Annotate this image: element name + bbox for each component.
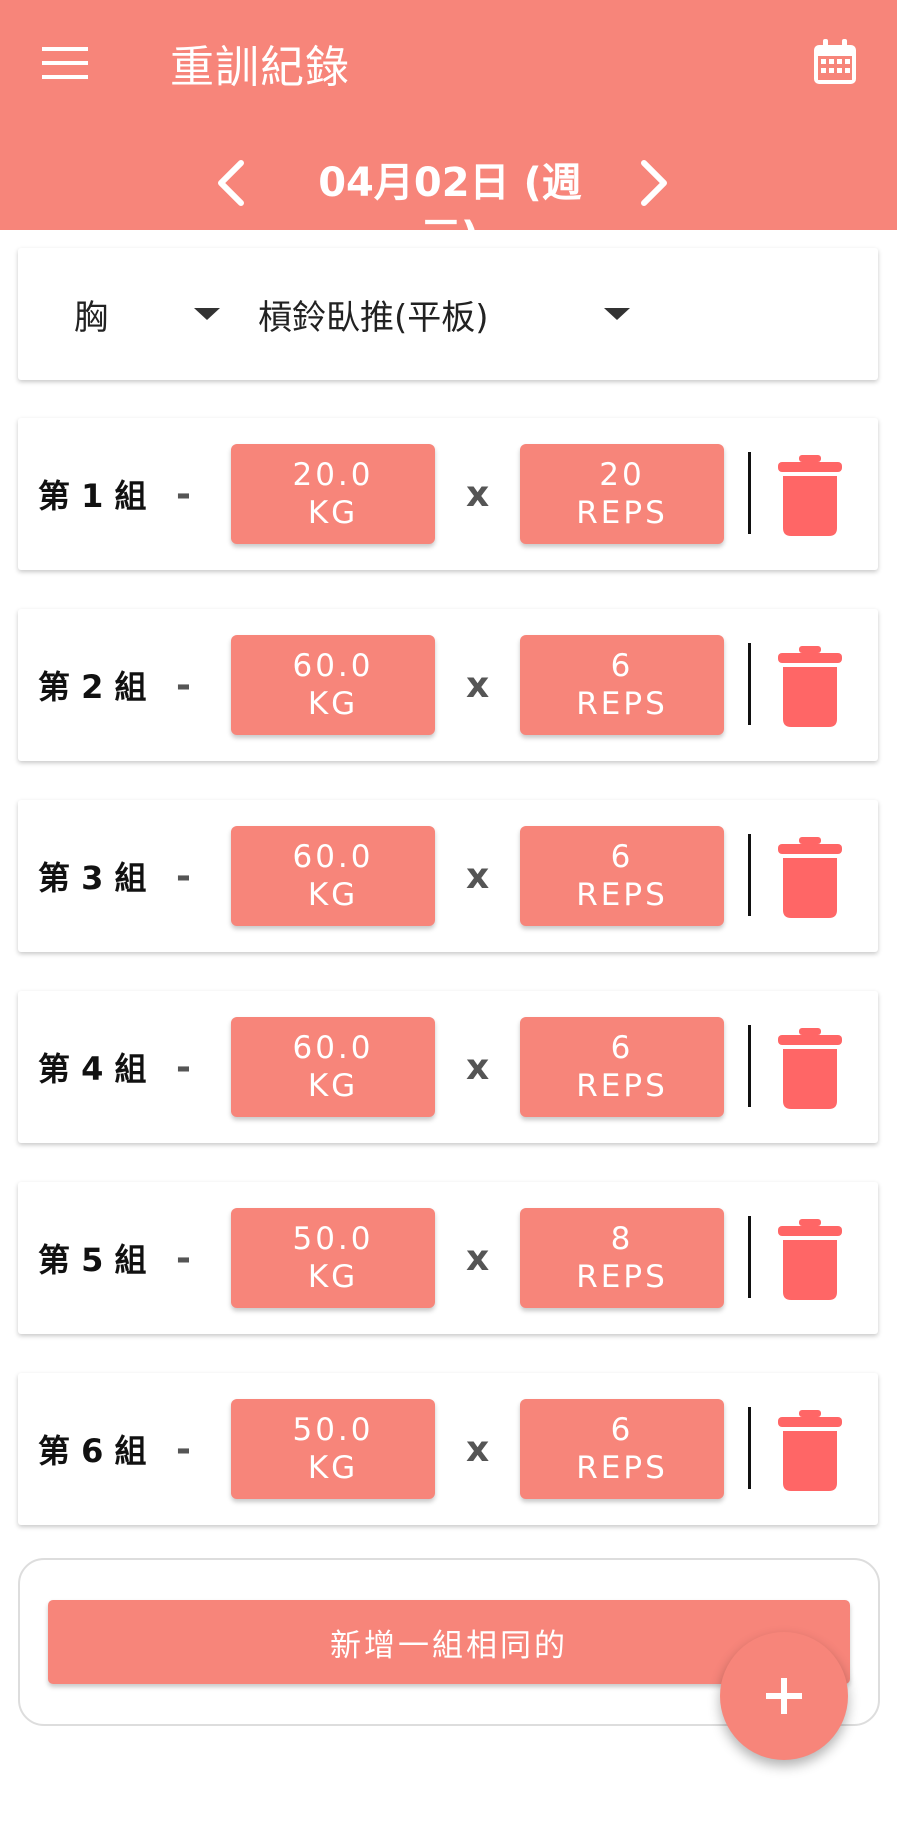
date-navigator: 04月02日 (週三) [0, 148, 897, 260]
weight-unit: KG [307, 1259, 359, 1295]
set-label: 第 5 組 [38, 1241, 147, 1279]
reps-button[interactable]: 6 REPS [520, 1017, 724, 1117]
times-separator: x [466, 1237, 490, 1279]
set-row-1: 第 1 組 - 20.0 KG x 20 REPS [18, 418, 878, 570]
reps-unit: REPS [576, 1068, 668, 1104]
set-label: 第 4 組 [38, 1050, 147, 1088]
trash-icon [778, 455, 842, 536]
vertical-divider [748, 1216, 751, 1298]
reps-button[interactable]: 6 REPS [520, 635, 724, 735]
chevron-left-icon [218, 160, 244, 206]
trash-icon [778, 1219, 842, 1300]
delete-set-button[interactable] [770, 1409, 850, 1493]
weight-button[interactable]: 20.0 KG [231, 444, 435, 544]
trash-icon [778, 646, 842, 727]
weight-unit: KG [307, 877, 359, 913]
set-label: 第 3 組 [38, 859, 147, 897]
set-label: 第 2 組 [38, 668, 147, 706]
set-row-6: 第 6 組 - 50.0 KG x 6 REPS [18, 1373, 878, 1525]
body-part-dropdown[interactable]: 胸 [74, 248, 224, 380]
delete-set-button[interactable] [770, 1027, 850, 1111]
dash-separator: - [176, 1428, 191, 1470]
dash-separator: - [176, 664, 191, 706]
reps-value: 6 [610, 1030, 634, 1066]
trash-icon [778, 1410, 842, 1491]
previous-day-button[interactable] [200, 148, 260, 218]
weight-value: 60.0 [292, 648, 374, 684]
delete-set-button[interactable] [770, 454, 850, 538]
reps-unit: REPS [576, 877, 668, 913]
plus-icon [766, 1678, 802, 1714]
dash-separator: - [176, 1237, 191, 1279]
trash-icon [778, 837, 842, 918]
set-row-5: 第 5 組 - 50.0 KG x 8 REPS [18, 1182, 878, 1334]
times-separator: x [466, 855, 490, 897]
weight-button[interactable]: 60.0 KG [231, 635, 435, 735]
set-label: 第 1 組 [38, 477, 147, 515]
weight-unit: KG [307, 1068, 359, 1104]
weight-button[interactable]: 50.0 KG [231, 1399, 435, 1499]
dash-separator: - [176, 1046, 191, 1088]
reps-button[interactable]: 8 REPS [520, 1208, 724, 1308]
dropdown-arrow-icon [194, 308, 220, 320]
weight-value: 60.0 [292, 839, 374, 875]
weight-button[interactable]: 60.0 KG [231, 1017, 435, 1117]
reps-unit: REPS [576, 686, 668, 722]
reps-unit: REPS [576, 495, 668, 531]
reps-value: 6 [610, 1412, 634, 1448]
exercise-dropdown[interactable]: 槓鈴臥推(平板) [258, 248, 638, 380]
app-title: 重訓紀錄 [170, 42, 350, 93]
weight-button[interactable]: 60.0 KG [231, 826, 435, 926]
menu-button[interactable] [30, 28, 100, 98]
delete-set-button[interactable] [770, 1218, 850, 1302]
delete-set-button[interactable] [770, 836, 850, 920]
body-part-value: 胸 [74, 297, 108, 338]
reps-value: 8 [610, 1221, 634, 1257]
calendar-button[interactable] [803, 30, 867, 94]
reps-button[interactable]: 20 REPS [520, 444, 724, 544]
weight-unit: KG [307, 686, 359, 722]
weight-value: 20.0 [292, 457, 374, 493]
set-row-3: 第 3 組 - 60.0 KG x 6 REPS [18, 800, 878, 952]
times-separator: x [466, 664, 490, 706]
trash-icon [778, 1028, 842, 1109]
set-row-4: 第 4 組 - 60.0 KG x 6 REPS [18, 991, 878, 1143]
chevron-right-icon [641, 160, 667, 206]
app-bar: 重訓紀錄 04月02日 (週三) [0, 0, 897, 260]
reps-value: 20 [599, 457, 645, 493]
reps-unit: REPS [576, 1259, 668, 1295]
weight-button[interactable]: 50.0 KG [231, 1208, 435, 1308]
weight-unit: KG [307, 1450, 359, 1486]
delete-set-button[interactable] [770, 645, 850, 729]
calendar-icon [814, 39, 856, 84]
reps-button[interactable]: 6 REPS [520, 1399, 724, 1499]
exercise-selector-card: 胸 槓鈴臥推(平板) [18, 248, 878, 380]
menu-icon [42, 47, 88, 79]
vertical-divider [748, 452, 751, 534]
reps-unit: REPS [576, 1450, 668, 1486]
add-fab-button[interactable] [720, 1632, 848, 1760]
dash-separator: - [176, 473, 191, 515]
next-day-button[interactable] [625, 148, 685, 218]
weight-value: 50.0 [292, 1412, 374, 1448]
vertical-divider [748, 1407, 751, 1489]
times-separator: x [466, 473, 490, 515]
weight-unit: KG [307, 495, 359, 531]
times-separator: x [466, 1428, 490, 1470]
vertical-divider [748, 834, 751, 916]
vertical-divider [748, 1025, 751, 1107]
weight-value: 60.0 [292, 1030, 374, 1066]
set-row-2: 第 2 組 - 60.0 KG x 6 REPS [18, 609, 878, 761]
reps-value: 6 [610, 648, 634, 684]
vertical-divider [748, 643, 751, 725]
times-separator: x [466, 1046, 490, 1088]
dropdown-arrow-icon [604, 308, 630, 320]
reps-button[interactable]: 6 REPS [520, 826, 724, 926]
dash-separator: - [176, 855, 191, 897]
weight-value: 50.0 [292, 1221, 374, 1257]
reps-value: 6 [610, 839, 634, 875]
set-label: 第 6 組 [38, 1432, 147, 1470]
exercise-value: 槓鈴臥推(平板) [258, 297, 489, 338]
